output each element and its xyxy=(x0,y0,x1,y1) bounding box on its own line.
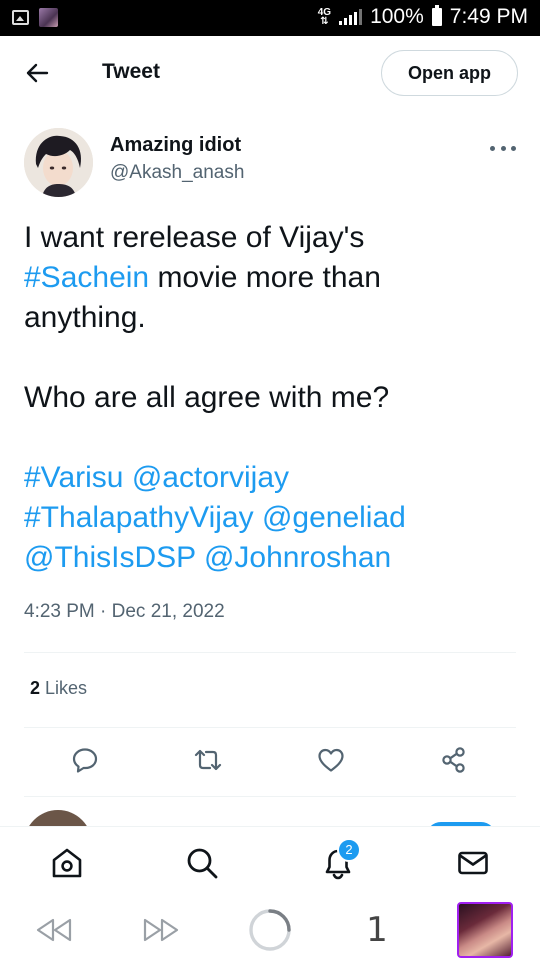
battery-icon xyxy=(431,5,442,26)
share-button[interactable] xyxy=(438,744,470,776)
bottom-navigation: 2 xyxy=(0,826,540,900)
retweet-button[interactable] xyxy=(192,744,224,776)
gallery-notification-icon xyxy=(12,10,29,25)
tweet-text-segment: movie more than xyxy=(149,261,381,294)
tweet-line: anything. xyxy=(24,298,524,338)
mention-geneliad[interactable]: @geneliad xyxy=(262,501,406,534)
browser-menu-button[interactable] xyxy=(456,902,514,958)
tweet-line: #ThalapathyVijay @geneliad xyxy=(24,498,524,538)
nav-home[interactable] xyxy=(49,845,85,881)
more-options-button[interactable] xyxy=(490,138,516,158)
nav-messages[interactable] xyxy=(455,845,491,881)
rewind-icon xyxy=(36,918,72,942)
tweet-line: Who are all agree with me? xyxy=(24,378,524,418)
avatar-illustration xyxy=(24,128,93,197)
divider xyxy=(24,727,516,728)
tab-count-button[interactable]: 1 xyxy=(360,908,394,952)
like-icon xyxy=(318,748,344,772)
tweet-line-gap xyxy=(24,418,524,458)
mention-johnroshan[interactable]: @Johnroshan xyxy=(204,541,391,574)
likes-count-link[interactable]: 2 Likes xyxy=(30,678,87,699)
author-name[interactable]: Amazing idiot xyxy=(110,134,241,157)
tweet-line: @ThisIsDSP @Johnroshan xyxy=(24,538,524,578)
mail-icon xyxy=(458,851,488,875)
like-button[interactable] xyxy=(315,744,347,776)
author-avatar[interactable] xyxy=(24,128,93,197)
profile-thumbnail xyxy=(457,902,513,958)
tweet-timestamp[interactable]: 4:23 PM · Dec 21, 2022 xyxy=(24,601,225,623)
clock: 7:49 PM xyxy=(449,5,528,28)
search-icon xyxy=(187,848,218,879)
mention-actorvijay[interactable]: @actorvijay xyxy=(132,461,289,494)
reply-button[interactable] xyxy=(69,744,101,776)
network-type-icon: 4G ⇅ xyxy=(317,7,332,27)
battery-level: 100% xyxy=(370,5,424,28)
tweet-line: #Varisu @actorvijay xyxy=(24,458,524,498)
loading-icon xyxy=(249,909,291,951)
network-type: 4G xyxy=(317,7,332,18)
likes-label: Likes xyxy=(45,678,88,698)
more-icon xyxy=(490,145,495,151)
reply-icon xyxy=(72,748,98,773)
browser-forward-button[interactable] xyxy=(139,908,183,952)
forward-icon xyxy=(143,918,179,942)
header: Tweet Open app xyxy=(0,36,540,110)
browser-reload-button[interactable] xyxy=(247,908,293,952)
more-icon xyxy=(500,145,506,151)
back-button[interactable] xyxy=(22,58,52,88)
tweet-text-segment: Who are all agree with me? xyxy=(24,381,390,414)
divider xyxy=(24,652,516,653)
status-notifications xyxy=(12,8,58,27)
signal-icon xyxy=(339,9,363,25)
notification-badge: 2 xyxy=(337,838,361,862)
status-bar: 4G ⇅ 100% 7:49 PM xyxy=(0,0,540,36)
status-indicators: 4G ⇅ 100% 7:49 PM xyxy=(318,5,528,29)
divider xyxy=(24,796,516,797)
author-handle[interactable]: @Akash_anash xyxy=(110,162,244,184)
hashtag-varisu[interactable]: #Varisu xyxy=(24,461,124,494)
mention-thisisdsp[interactable]: @ThisIsDSP xyxy=(24,541,196,574)
home-icon xyxy=(52,848,82,878)
more-icon xyxy=(511,145,516,151)
back-arrow-icon xyxy=(26,63,49,83)
hashtag-sachein[interactable]: #Sachein xyxy=(24,261,149,294)
browser-bar: 1 xyxy=(0,900,540,960)
hashtag-thalapathyvijay[interactable]: #ThalapathyVijay xyxy=(24,501,254,534)
app-notification-icon xyxy=(39,8,58,27)
tweet-text-segment: I want rerelease of Vijay's xyxy=(24,221,365,254)
tweet-text-segment: anything. xyxy=(24,301,146,334)
browser-back-button[interactable] xyxy=(32,908,76,952)
tweet-line: #Sachein movie more than xyxy=(24,258,524,298)
nav-search[interactable] xyxy=(184,845,220,881)
retweet-icon xyxy=(194,749,222,771)
tweet-line-gap xyxy=(24,338,524,378)
tweet-text: I want rerelease of Vijay's #Sachein mov… xyxy=(24,218,524,578)
page-title: Tweet xyxy=(102,60,160,83)
tweet-actions xyxy=(0,744,540,780)
share-icon xyxy=(442,747,465,773)
likes-count: 2 xyxy=(30,678,41,698)
tweet-line: I want rerelease of Vijay's xyxy=(24,218,524,258)
open-app-button[interactable]: Open app xyxy=(381,50,518,96)
